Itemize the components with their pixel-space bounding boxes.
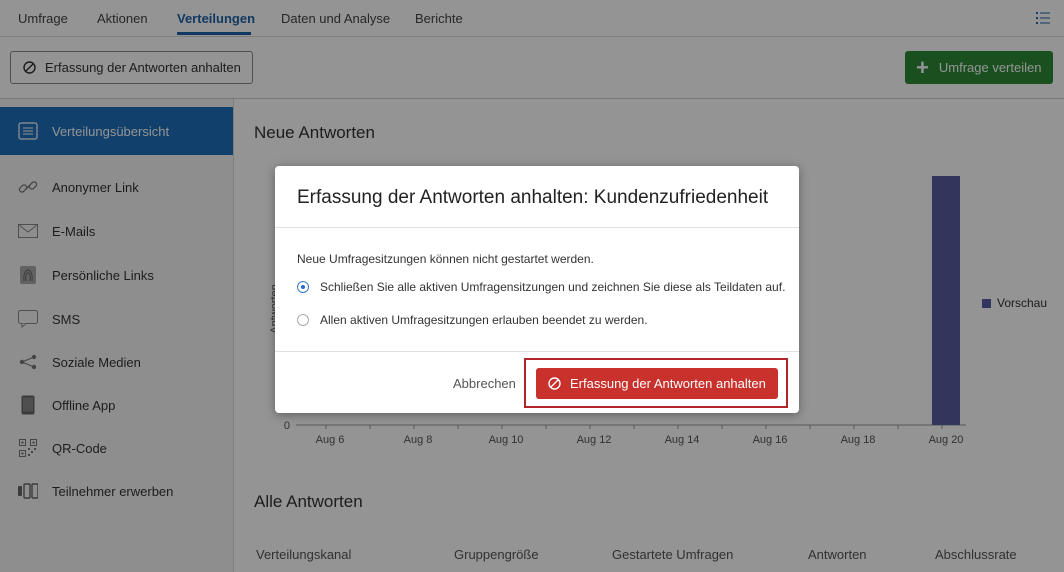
prohibited-icon [548,377,561,390]
option-label: Allen aktiven Umfragesitzungen erlauben … [320,313,648,327]
confirm-pause-label: Erfassung der Antworten anhalten [570,376,766,391]
radio-selected[interactable] [297,281,309,293]
option-label: Schließen Sie alle aktiven Umfragensitzu… [320,280,786,294]
option-allow-finish[interactable]: Allen aktiven Umfragesitzungen erlauben … [297,313,648,327]
confirm-pause-button[interactable]: Erfassung der Antworten anhalten [536,368,778,399]
divider [275,227,799,228]
dialog-intro-text: Neue Umfragesitzungen können nicht gesta… [297,252,594,266]
dialog-title: Erfassung der Antworten anhalten: Kunden… [297,187,769,208]
option-close-sessions[interactable]: Schließen Sie alle aktiven Umfragensitzu… [297,280,785,294]
divider [275,351,799,352]
radio-unselected[interactable] [297,314,309,326]
cancel-button[interactable]: Abbrechen [453,376,516,391]
